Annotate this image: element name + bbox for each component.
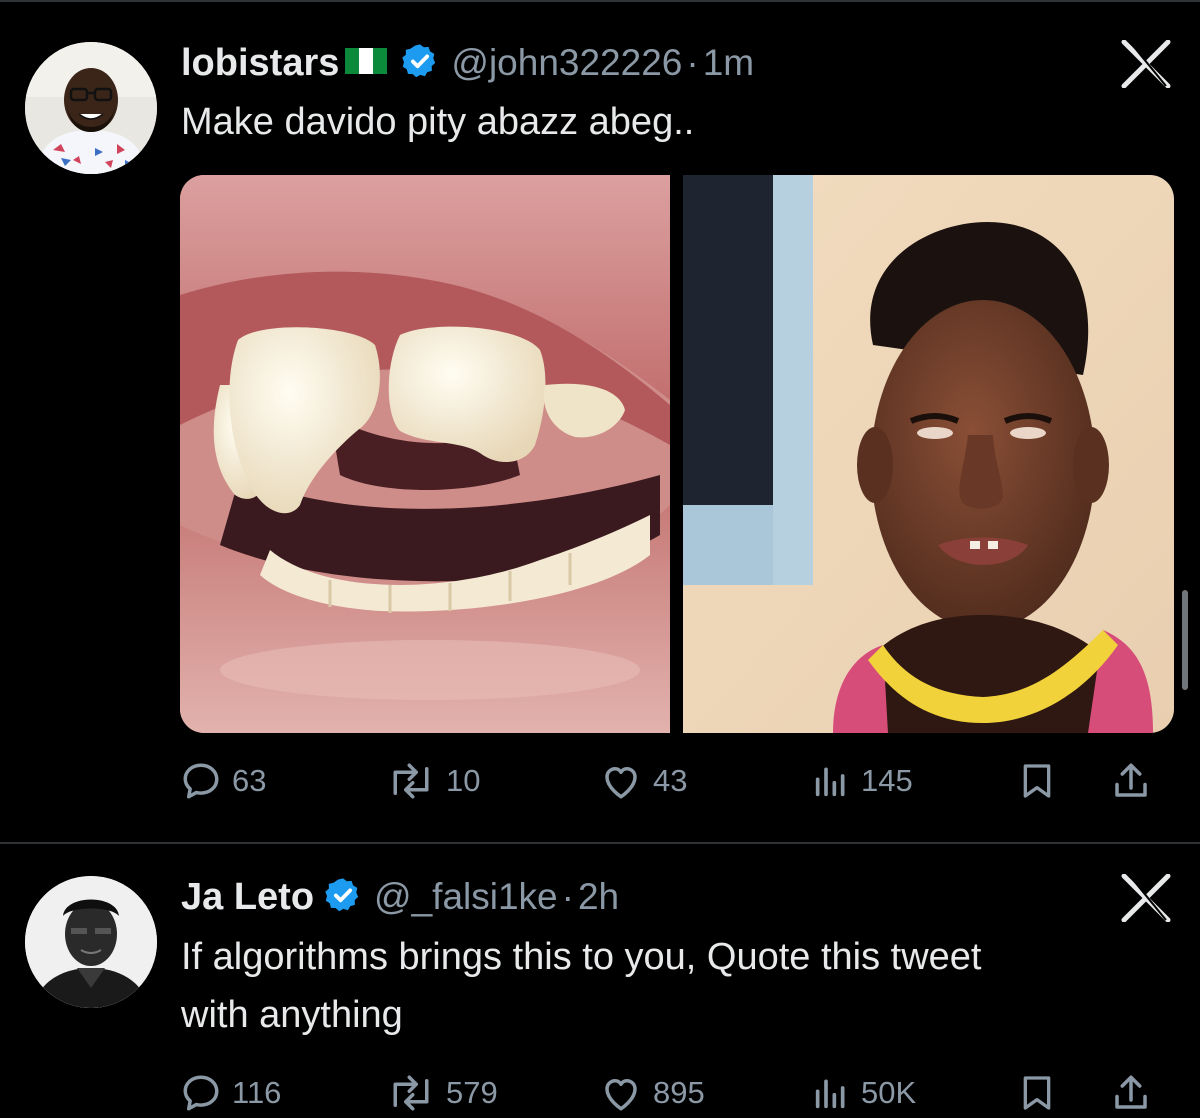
- views-count: 50K: [861, 1075, 917, 1110]
- reply-button[interactable]: 63: [180, 756, 266, 806]
- scrollbar[interactable]: [1182, 590, 1188, 690]
- retweet-button[interactable]: 579: [386, 1068, 498, 1118]
- share-icon: [1115, 763, 1147, 797]
- bookmark-button[interactable]: [1017, 756, 1057, 806]
- tweet-actions: 63 10 43 145: [180, 756, 1180, 806]
- heart-icon: [605, 767, 637, 799]
- tweet-header: lobistars @john322226 · 1m: [181, 38, 754, 88]
- reply-icon: [183, 763, 219, 799]
- bookmark-icon: [1023, 1076, 1051, 1110]
- heart-icon: [605, 1079, 637, 1111]
- avatar-image: [25, 876, 157, 1008]
- display-name[interactable]: Ja Leto: [181, 876, 314, 919]
- reply-icon: [183, 1075, 219, 1111]
- share-icon: [1115, 1075, 1147, 1109]
- handle[interactable]: @_falsi1ke: [374, 876, 558, 918]
- timestamp[interactable]: 2h: [578, 876, 619, 918]
- separator-dot: ·: [561, 876, 574, 917]
- avatar-image: [25, 42, 157, 174]
- reply-button[interactable]: 116: [180, 1068, 281, 1118]
- views-icon: [815, 767, 845, 797]
- retweet-icon: [393, 1075, 429, 1111]
- retweet-count: 579: [446, 1075, 498, 1110]
- like-button[interactable]: 43: [599, 756, 687, 806]
- tweet-text: Make davido pity abazz abeg..: [181, 101, 695, 143]
- bookmark-button[interactable]: [1017, 1068, 1057, 1118]
- retweet-button[interactable]: 10: [386, 756, 480, 806]
- display-name[interactable]: lobistars: [181, 42, 339, 85]
- bookmark-icon: [1023, 764, 1051, 798]
- tweet-text-line-2: with anything: [181, 994, 403, 1036]
- avatar[interactable]: [25, 42, 157, 174]
- avatar[interactable]: [25, 876, 157, 1008]
- tweet-media[interactable]: [180, 175, 1174, 733]
- like-count: 895: [653, 1075, 705, 1110]
- views-button[interactable]: 50K: [811, 1068, 916, 1118]
- tweet-header: Ja Leto @_falsi1ke · 2h: [181, 872, 619, 922]
- like-count: 43: [653, 763, 688, 798]
- reply-count: 63: [232, 763, 267, 798]
- close-icon[interactable]: [1120, 873, 1172, 927]
- man-gap-tooth-photo[interactable]: [683, 175, 1174, 733]
- views-icon: [815, 1079, 845, 1109]
- timestamp[interactable]: 1m: [703, 42, 754, 84]
- handle[interactable]: @john322226: [451, 42, 682, 84]
- close-icon[interactable]: [1120, 39, 1172, 93]
- views-count: 145: [861, 763, 913, 798]
- like-button[interactable]: 895: [599, 1068, 705, 1118]
- tweet-2[interactable]: Ja Leto @_falsi1ke · 2h If algorithms br…: [0, 842, 1200, 1111]
- retweet-count: 10: [446, 763, 481, 798]
- verified-badge-icon[interactable]: [401, 42, 439, 85]
- mouth-chipped-teeth-photo[interactable]: [180, 175, 670, 733]
- reply-count: 116: [232, 1075, 282, 1110]
- separator-dot: ·: [686, 42, 699, 83]
- verified-badge-icon[interactable]: [324, 876, 362, 919]
- retweet-icon: [393, 763, 429, 799]
- share-button[interactable]: [1110, 756, 1152, 806]
- nigeria-flag-icon: [345, 47, 388, 79]
- tweet-1[interactable]: lobistars @john322226 · 1m Make davido p…: [0, 0, 1200, 842]
- tweet-text-line-1: If algorithms brings this to you, Quote …: [181, 936, 982, 978]
- views-button[interactable]: 145: [811, 756, 913, 806]
- tweet-actions: 116 579 895 50K: [180, 1068, 1180, 1118]
- share-button[interactable]: [1110, 1068, 1152, 1118]
